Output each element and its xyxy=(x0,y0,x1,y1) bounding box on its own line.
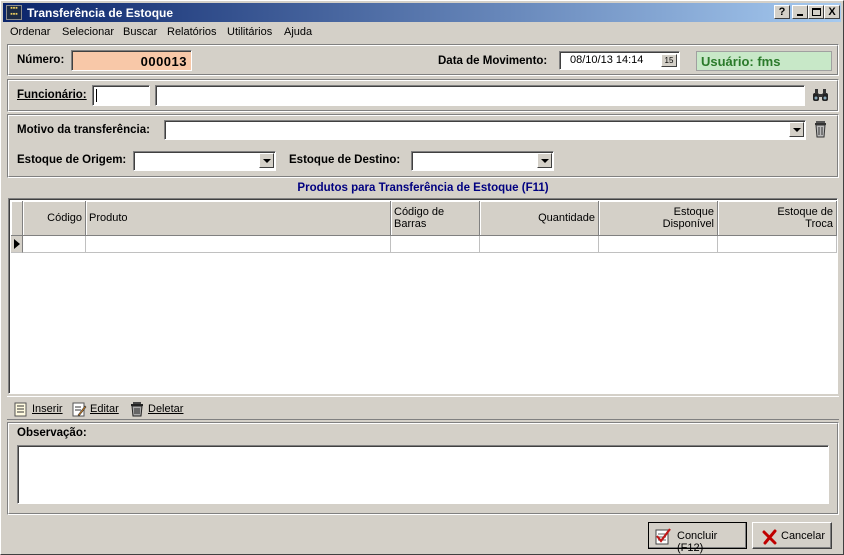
menu-relatorios[interactable]: Relatórios xyxy=(167,26,217,38)
trash-icon xyxy=(131,402,143,417)
origem-combo[interactable] xyxy=(133,151,276,171)
col-estoque-troca[interactable]: Estoque de Troca xyxy=(718,201,837,236)
transfer-panel: Motivo da transferência: Estoque de Orig… xyxy=(7,114,839,178)
funcionario-panel: Funcionário: xyxy=(7,79,839,112)
data-movimento-field[interactable]: 08/10/13 14:14 15 xyxy=(559,51,680,70)
products-title: Produtos para Transferência de Estoque (… xyxy=(297,182,549,194)
binoculars-icon[interactable] xyxy=(812,87,830,103)
row-indicator-header xyxy=(11,201,23,236)
observacao-panel: Observação: xyxy=(7,422,839,515)
numero-label: Número: xyxy=(17,54,65,66)
col-codigo-barras[interactable]: Código de Barras xyxy=(391,201,480,236)
menu-ordenar[interactable]: Ordenar xyxy=(10,26,50,38)
help-button[interactable]: ? xyxy=(774,5,790,19)
title-bar[interactable]: ▪▪▪ ▪▪▪ Transferência de Estoque ? X xyxy=(3,3,841,22)
origem-label: Estoque de Origem: xyxy=(17,154,127,166)
inserir-label: Inserir xyxy=(32,403,63,415)
usuario-badge: Usuário: fms xyxy=(696,51,832,71)
app-icon: ▪▪▪ ▪▪▪ xyxy=(6,5,22,20)
products-grid[interactable]: Código Produto Código de Barras Quantidad… xyxy=(8,198,838,394)
menu-ajuda[interactable]: Ajuda xyxy=(284,26,312,38)
deletar-button[interactable]: Deletar xyxy=(129,401,183,417)
data-movimento-value: 08/10/13 14:14 xyxy=(570,54,644,66)
concluir-button[interactable]: Concluir (F12) xyxy=(648,522,747,554)
table-cell[interactable] xyxy=(480,236,599,253)
insert-icon xyxy=(14,402,27,417)
funcionario-code-field[interactable] xyxy=(92,85,150,106)
main-window: ▪▪▪ ▪▪▪ Transferência de Estoque ? X Orde… xyxy=(0,0,844,555)
data-movimento-label: Data de Movimento: xyxy=(438,55,548,67)
destino-label: Estoque de Destino: xyxy=(289,154,401,166)
table-cell[interactable] xyxy=(86,236,391,253)
col-estoque-disponivel[interactable]: Estoque Disponível xyxy=(599,201,718,236)
motivo-dropdown-button[interactable] xyxy=(789,122,804,137)
menu-selecionar[interactable]: Selecionar xyxy=(62,26,114,38)
menu-buscar[interactable]: Buscar xyxy=(123,26,157,38)
cancelar-button[interactable]: Cancelar xyxy=(752,522,832,549)
menu-bar: Ordenar Selecionar Buscar Relatórios Uti… xyxy=(3,23,841,42)
destino-combo[interactable] xyxy=(411,151,554,171)
edit-icon xyxy=(72,402,87,417)
destino-dropdown-button[interactable] xyxy=(537,153,552,168)
col-quantidade[interactable]: Quantidade xyxy=(480,201,599,236)
table-cell[interactable] xyxy=(718,236,837,253)
editar-button[interactable]: Editar xyxy=(71,401,119,417)
close-button[interactable]: X xyxy=(824,5,840,19)
origem-dropdown-button[interactable] xyxy=(259,153,274,168)
maximize-button[interactable] xyxy=(808,5,824,19)
cancelar-label: Cancelar xyxy=(781,530,826,542)
funcionario-label: Funcionário: xyxy=(17,89,87,101)
motivo-combo[interactable] xyxy=(164,120,806,140)
table-cell[interactable] xyxy=(23,236,86,253)
editar-label: Editar xyxy=(90,403,119,415)
motivo-label: Motivo da transferência: xyxy=(17,124,150,136)
wastebasket-icon[interactable] xyxy=(814,120,828,138)
table-cell[interactable] xyxy=(599,236,718,253)
menu-utilitarios[interactable]: Utilitários xyxy=(227,26,272,38)
funcionario-name-field[interactable] xyxy=(155,85,805,106)
inserir-button[interactable]: Inserir xyxy=(13,401,63,417)
checklist-icon xyxy=(655,528,671,545)
window-title: Transferência de Estoque xyxy=(27,6,174,20)
row-indicator[interactable] xyxy=(11,236,23,253)
observacao-textarea[interactable] xyxy=(17,445,829,504)
concluir-label: Concluir (F12) xyxy=(677,530,718,554)
calendar-icon[interactable]: 15 xyxy=(661,54,677,67)
deletar-label: Deletar xyxy=(148,403,184,415)
header-panel: Número: 000013 Data de Movimento: 08/10/… xyxy=(7,44,839,76)
col-produto[interactable]: Produto xyxy=(86,201,391,236)
numero-field[interactable]: 000013 xyxy=(71,50,192,71)
text-cursor xyxy=(96,89,97,102)
table-cell[interactable] xyxy=(391,236,480,253)
observacao-label: Observação: xyxy=(17,427,87,439)
minimize-button[interactable] xyxy=(792,5,808,19)
col-codigo[interactable]: Código xyxy=(23,201,86,236)
close-x-icon xyxy=(762,529,777,545)
